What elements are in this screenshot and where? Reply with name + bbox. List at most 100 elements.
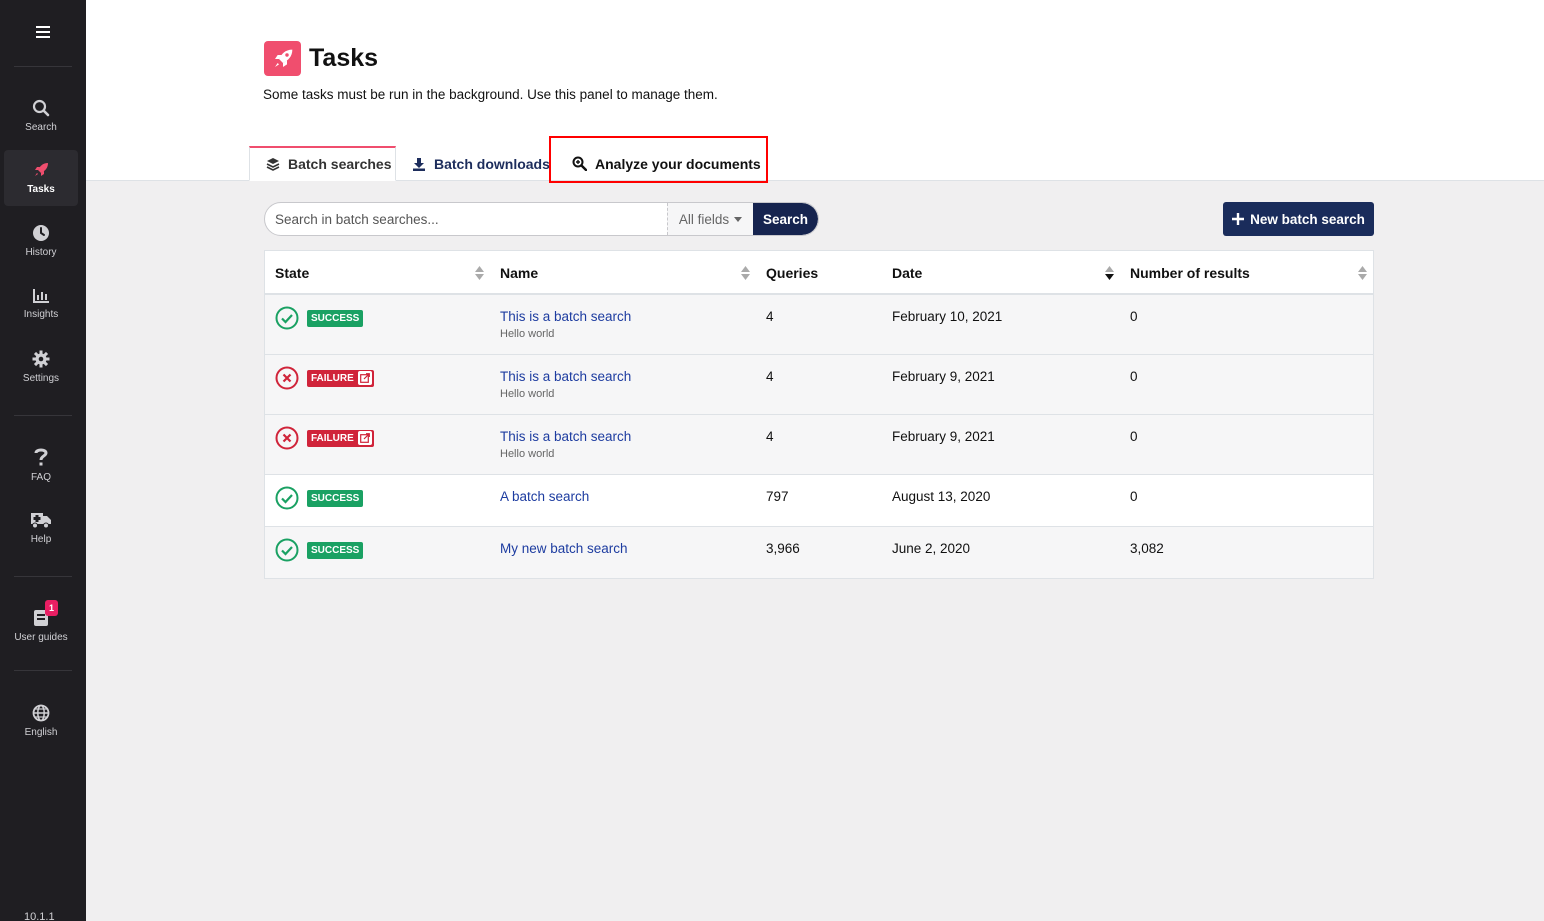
status-badge: SUCCESS xyxy=(307,542,364,559)
ambulance-icon xyxy=(31,513,51,529)
column-header-name[interactable]: Name xyxy=(500,251,538,295)
sidebar-item-label: FAQ xyxy=(30,472,51,483)
queries-count: 4 xyxy=(766,429,774,444)
batch-search-description: Hello world xyxy=(500,388,555,400)
rocket-icon xyxy=(264,41,301,76)
queries-count: 3,966 xyxy=(766,541,800,556)
field-select-dropdown[interactable]: All fields xyxy=(667,203,753,235)
sort-icon[interactable] xyxy=(1358,266,1367,280)
batch-search-link[interactable]: This is a batch search xyxy=(500,429,631,444)
batch-search-description: Hello world xyxy=(500,448,555,460)
sidebar-item-history[interactable]: History xyxy=(4,213,78,269)
x-circle-icon xyxy=(275,426,299,450)
batch-search-link[interactable]: My new batch search xyxy=(500,541,628,556)
chart-icon xyxy=(33,289,49,303)
batch-search-description: Hello world xyxy=(500,328,555,340)
status-badge-failure[interactable]: FAILURE xyxy=(307,430,374,447)
sidebar-item-label: Tasks xyxy=(27,184,55,195)
download-icon xyxy=(413,157,425,171)
status-label: FAILURE xyxy=(311,433,354,444)
page-title: Tasks xyxy=(309,44,379,72)
sidebar-item-language[interactable]: English xyxy=(4,693,78,749)
tab-label: Analyze your documents xyxy=(595,155,761,172)
external-link-icon xyxy=(357,431,372,445)
caret-down-icon xyxy=(734,216,743,222)
sidebar-divider xyxy=(14,576,72,577)
gear-icon xyxy=(32,350,50,368)
sort-desc-icon[interactable] xyxy=(1105,266,1114,280)
batch-search-link[interactable]: This is a batch search xyxy=(500,309,631,324)
new-batch-search-button[interactable]: New batch search xyxy=(1223,202,1374,236)
app-version: 10.1.1 xyxy=(24,911,55,921)
table-row: FAILURE This is a batch search Hello wor… xyxy=(265,415,1373,475)
search-icon xyxy=(32,99,50,117)
results-count: 0 xyxy=(1130,489,1138,504)
sidebar-item-faq[interactable]: FAQ xyxy=(4,437,78,493)
queries-count: 4 xyxy=(766,369,774,384)
tab-batch-searches[interactable]: Batch searches xyxy=(249,146,396,181)
table-header: State Name Queries Date Number of result… xyxy=(265,251,1373,295)
column-header-date[interactable]: Date xyxy=(892,251,922,295)
x-circle-icon xyxy=(275,366,299,390)
table-row: SUCCESS This is a batch search Hello wor… xyxy=(265,295,1373,355)
search-bar: All fields Search xyxy=(264,202,819,236)
status-badge-failure[interactable]: FAILURE xyxy=(307,370,374,387)
field-select-value: All fields xyxy=(678,211,730,227)
tab-batch-downloads[interactable]: Batch downloads xyxy=(412,146,550,181)
status-label: FAILURE xyxy=(311,373,354,384)
question-icon xyxy=(34,448,48,466)
date-cell: February 9, 2021 xyxy=(892,429,995,444)
search-input[interactable] xyxy=(265,203,667,235)
sidebar-item-label: English xyxy=(24,727,58,738)
sidebar-divider xyxy=(14,415,72,416)
results-count: 0 xyxy=(1130,429,1138,444)
status-badge: SUCCESS xyxy=(307,310,364,327)
table-row: SUCCESS A batch search 797 August 13, 20… xyxy=(265,475,1373,527)
check-circle-icon xyxy=(275,538,299,562)
results-count: 0 xyxy=(1130,369,1138,384)
sort-icon[interactable] xyxy=(741,266,750,280)
tab-label: Batch searches xyxy=(288,156,392,172)
column-header-results[interactable]: Number of results xyxy=(1130,251,1250,295)
tab-analyze-documents[interactable]: Analyze your documents xyxy=(572,146,761,181)
sidebar: Search Tasks History Insights Settings F… xyxy=(0,0,86,921)
sidebar-divider xyxy=(14,670,72,671)
check-circle-icon xyxy=(275,306,299,330)
results-count: 3,082 xyxy=(1130,541,1164,556)
results-count: 0 xyxy=(1130,309,1138,324)
sidebar-item-user-guides[interactable]: 1 User guides xyxy=(4,598,78,654)
column-header-state[interactable]: State xyxy=(275,251,309,295)
date-cell: February 10, 2021 xyxy=(892,309,1003,324)
sidebar-item-label: Help xyxy=(30,534,52,545)
date-cell: February 9, 2021 xyxy=(892,369,995,384)
tab-label: Batch downloads xyxy=(434,155,550,172)
batch-search-link[interactable]: A batch search xyxy=(500,489,589,504)
check-circle-icon xyxy=(275,486,299,510)
notification-badge: 1 xyxy=(45,600,58,616)
search-plus-icon xyxy=(572,156,587,171)
sidebar-item-search[interactable]: Search xyxy=(4,88,78,144)
sidebar-item-tasks[interactable]: Tasks xyxy=(4,150,78,206)
clock-icon xyxy=(33,225,49,241)
page-header: Tasks Some tasks must be run in the back… xyxy=(86,0,1544,183)
menu-toggle-button[interactable] xyxy=(0,14,86,50)
sidebar-item-label: Insights xyxy=(23,309,59,320)
column-header-queries: Queries xyxy=(766,265,819,281)
button-label: New batch search xyxy=(1250,211,1365,227)
hamburger-icon xyxy=(36,26,50,38)
page-description: Some tasks must be run in the background… xyxy=(263,87,718,102)
sidebar-item-label: User guides xyxy=(14,632,68,643)
rocket-icon xyxy=(35,163,48,176)
plus-icon xyxy=(1232,213,1245,225)
status-badge: SUCCESS xyxy=(307,490,364,507)
sidebar-item-insights[interactable]: Insights xyxy=(4,276,78,332)
date-cell: June 2, 2020 xyxy=(892,541,971,556)
sort-icon[interactable] xyxy=(475,266,484,280)
batch-search-link[interactable]: This is a batch search xyxy=(500,369,631,384)
date-cell: August 13, 2020 xyxy=(892,489,991,504)
table-row: FAILURE This is a batch search Hello wor… xyxy=(265,355,1373,415)
batch-searches-table: State Name Queries Date Number of result… xyxy=(264,250,1374,579)
search-button[interactable]: Search xyxy=(753,203,818,235)
sidebar-item-settings[interactable]: Settings xyxy=(4,339,78,395)
sidebar-item-help[interactable]: Help xyxy=(4,500,78,556)
